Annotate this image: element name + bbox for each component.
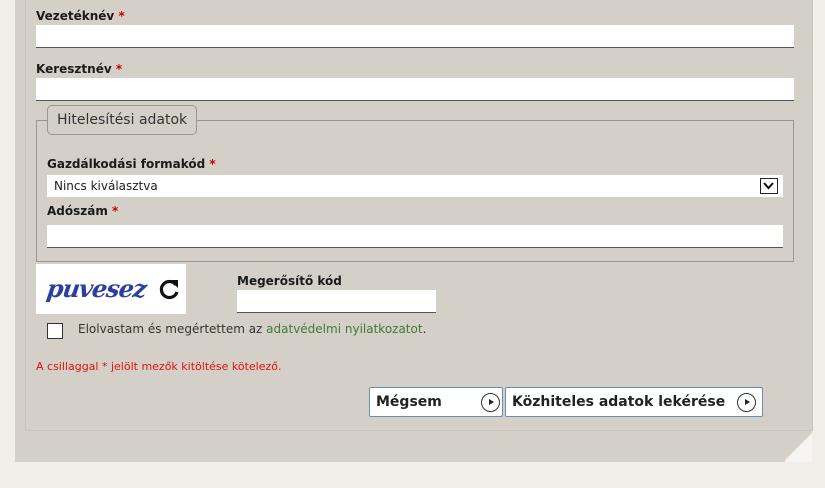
required-fields-note: A csillaggal * jelölt mezők kitöltése kö… bbox=[36, 360, 282, 373]
captcha-code-label: Megerősítő kód bbox=[237, 274, 342, 288]
tax-number-label: Adószám * bbox=[47, 204, 118, 218]
captcha-image: puvesez bbox=[36, 264, 186, 314]
consent-text-after: . bbox=[422, 322, 427, 336]
get-authentic-data-button[interactable]: Közhiteles adatok lekérése bbox=[505, 387, 763, 417]
required-marker: * bbox=[118, 9, 125, 23]
last-name-label: Vezetéknév * bbox=[36, 9, 125, 23]
refresh-icon[interactable] bbox=[156, 277, 182, 303]
business-form-code-label: Gazdálkodási formakód * bbox=[47, 157, 216, 171]
cancel-button-label: Mégsem bbox=[376, 394, 442, 410]
first-name-input[interactable] bbox=[36, 78, 794, 101]
business-form-code-select[interactable]: Nincs kiválasztva bbox=[47, 175, 783, 197]
arrow-right-circle-icon bbox=[737, 393, 756, 412]
arrow-right-circle-icon bbox=[481, 393, 500, 412]
get-authentic-data-button-label: Közhiteles adatok lekérése bbox=[512, 394, 726, 410]
business-form-code-selected: Nincs kiválasztva bbox=[54, 179, 158, 193]
chevron-down-icon[interactable] bbox=[760, 178, 778, 194]
consent-text-before: Elolvastam és megértettem az bbox=[78, 322, 267, 336]
last-name-label-text: Vezetéknév bbox=[36, 9, 115, 23]
last-name-input[interactable] bbox=[36, 25, 794, 48]
captcha-text: puvesez bbox=[44, 274, 148, 303]
required-marker: * bbox=[115, 62, 123, 76]
consent-text: Elolvastam és megértettem az adatvédelmi… bbox=[78, 322, 426, 336]
consent-checkbox[interactable] bbox=[47, 323, 63, 339]
cancel-button[interactable]: Mégsem bbox=[369, 387, 503, 417]
auth-fieldset-legend: Hitelesítési adatok bbox=[47, 105, 198, 135]
required-marker: * bbox=[209, 157, 216, 171]
first-name-label: Keresztnév * bbox=[36, 62, 122, 76]
business-form-code-label-text: Gazdálkodási formakód bbox=[47, 157, 206, 171]
tax-number-label-text: Adószám bbox=[47, 204, 108, 218]
page-fold-corner bbox=[785, 431, 812, 462]
captcha-code-input[interactable] bbox=[237, 290, 436, 313]
first-name-label-text: Keresztnév bbox=[36, 62, 112, 76]
required-marker: * bbox=[112, 204, 119, 218]
tax-number-input[interactable] bbox=[47, 225, 783, 248]
privacy-statement-link[interactable]: adatvédelmi nyilatkozatot bbox=[266, 322, 422, 336]
